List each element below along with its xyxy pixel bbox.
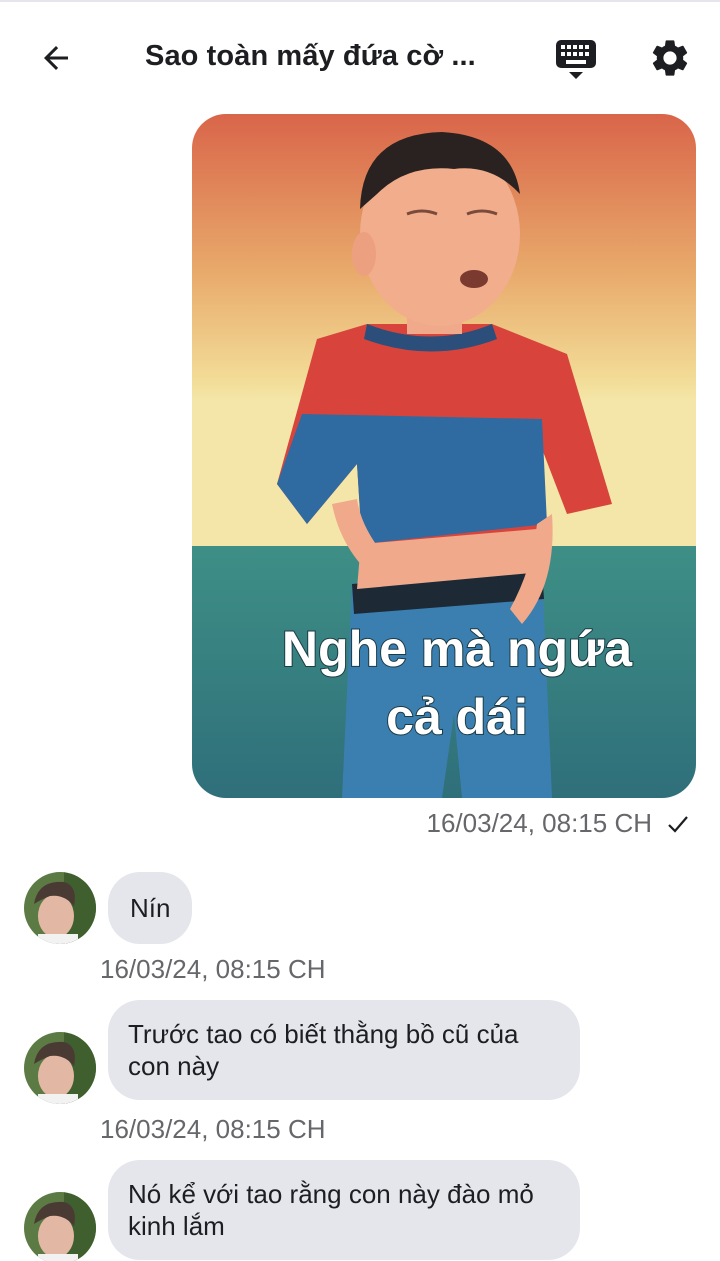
back-button[interactable]	[34, 36, 78, 80]
avatar[interactable]	[24, 1192, 96, 1261]
message-text: Nó kể với tao rằng con này đào mỏ kinh l…	[128, 1179, 534, 1241]
conversation-title[interactable]: Sao toàn mấy đứa cờ ...	[145, 40, 535, 73]
sent-message-status: 16/03/24, 08:15 CH	[427, 808, 691, 839]
message-text: Trước tao có biết thằng bồ cũ của con nà…	[128, 1019, 519, 1081]
avatar-photo	[24, 1032, 96, 1104]
avatar-photo	[24, 872, 96, 944]
keyboard-button[interactable]	[554, 36, 600, 82]
keyboard-icon	[556, 40, 596, 79]
checkmark-icon	[668, 815, 688, 833]
meme-caption-line-1: Nghe mà ngứa	[282, 621, 633, 677]
avatar[interactable]	[24, 1032, 96, 1104]
message-bubble[interactable]: Nín	[108, 872, 193, 944]
avatar-photo	[24, 1192, 96, 1261]
settings-button[interactable]	[648, 36, 696, 84]
meme-image: Nghe mà ngứa cả dái	[192, 114, 696, 798]
chat-header: Sao toàn mấy đứa cờ ...	[0, 8, 720, 108]
message-bubble[interactable]: Nó kể với tao rằng con này đào mỏ kinh l…	[108, 1160, 580, 1260]
arrow-left-icon	[44, 46, 68, 70]
gear-icon	[652, 40, 688, 76]
message-bubble[interactable]: Trước tao có biết thằng bồ cũ của con nà…	[108, 1000, 580, 1100]
message-text: Nín	[130, 893, 171, 923]
message-timestamp: 16/03/24, 08:15 CH	[100, 1114, 326, 1144]
meme-caption-line-2: cả dái	[386, 689, 528, 745]
top-divider	[0, 0, 720, 2]
avatar[interactable]	[24, 872, 96, 944]
message-timestamp: 16/03/24, 08:15 CH	[100, 954, 326, 984]
sent-image-message[interactable]: Nghe mà ngứa cả dái	[192, 114, 696, 798]
sent-timestamp: 16/03/24, 08:15 CH	[426, 808, 653, 838]
